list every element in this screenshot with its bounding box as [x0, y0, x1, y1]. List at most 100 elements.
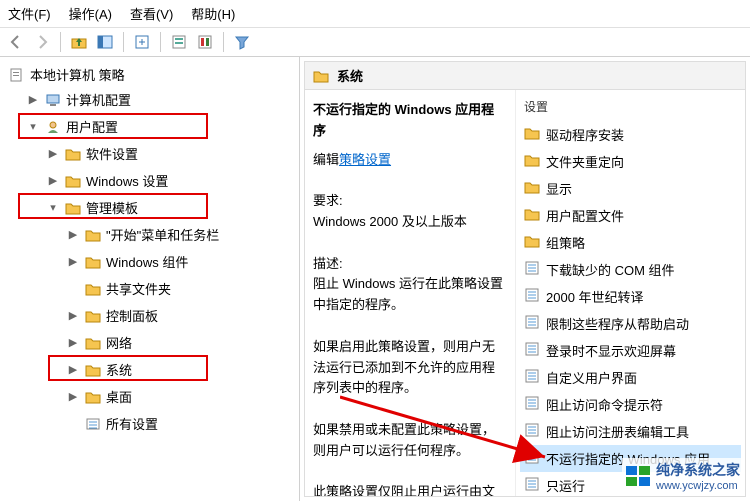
chevron-right-icon[interactable]: ▶	[66, 363, 80, 376]
policy-item-icon	[524, 369, 540, 386]
chevron-right-icon[interactable]: ▶	[46, 174, 60, 187]
main-area: 本地计算机 策略 ▶ 计算机配置 ▾ 用户配置 ▶	[0, 57, 750, 501]
tree-network[interactable]: ▶ 网络	[64, 329, 295, 356]
export-icon[interactable]	[132, 32, 152, 52]
watermark-url: www.ycwjzy.com	[656, 480, 740, 492]
menu-action[interactable]: 操作(A)	[69, 4, 112, 23]
filter-icon[interactable]	[232, 32, 252, 52]
setting-item-label: 显示	[546, 179, 572, 198]
menu-help[interactable]: 帮助(H)	[191, 4, 235, 23]
tree-windows-settings[interactable]: ▶ Windows 设置	[44, 167, 295, 194]
setting-item[interactable]: 显示	[520, 175, 741, 202]
policy-item-icon	[524, 315, 540, 332]
folder-icon	[313, 69, 329, 83]
menu-file[interactable]: 文件(F)	[8, 4, 51, 23]
policy-title: 不运行指定的 Windows 应用程序	[313, 100, 507, 142]
folder-icon	[524, 207, 540, 224]
setting-item-label: 阻止访问注册表编辑工具	[546, 422, 689, 441]
tree-root[interactable]: 本地计算机 策略	[4, 63, 295, 86]
chevron-right-icon[interactable]: ▶	[66, 255, 80, 268]
show-pane-icon[interactable]	[95, 32, 115, 52]
req-text: Windows 2000 及以上版本	[313, 212, 507, 233]
computer-icon	[45, 92, 61, 108]
tree-shared-folders[interactable]: 共享文件夹	[64, 275, 295, 302]
chevron-down-icon[interactable]: ▾	[26, 120, 40, 133]
folder-icon	[85, 336, 101, 350]
tree-label: Windows 设置	[86, 171, 168, 190]
folder-icon	[65, 201, 81, 215]
chevron-right-icon[interactable]: ▶	[66, 336, 80, 349]
folder-icon	[65, 174, 81, 188]
watermark-name: 纯净系统之家	[656, 462, 740, 478]
properties-icon[interactable]	[169, 32, 189, 52]
edit-policy-link[interactable]: 策略设置	[339, 152, 391, 167]
tree-software-settings[interactable]: ▶ 软件设置	[44, 140, 295, 167]
policy-description: 不运行指定的 Windows 应用程序 编辑策略设置 要求: Windows 2…	[305, 90, 515, 496]
tree-label: 桌面	[106, 387, 132, 406]
policy-item-icon	[524, 261, 540, 278]
tree-control-panel[interactable]: ▶ 控制面板	[64, 302, 295, 329]
setting-item-label: 阻止访问命令提示符	[546, 395, 663, 414]
watermark: 纯净系统之家 www.ycwjzy.com	[622, 458, 744, 494]
policy-item-icon	[524, 450, 540, 467]
setting-item[interactable]: 登录时不显示欢迎屏幕	[520, 337, 741, 364]
help-icon[interactable]	[195, 32, 215, 52]
setting-item[interactable]: 2000 年世纪转译	[520, 283, 741, 310]
tree-label: 用户配置	[66, 117, 118, 136]
folder-icon	[65, 147, 81, 161]
setting-item[interactable]: 限制这些程序从帮助启动	[520, 310, 741, 337]
tree-start-taskbar[interactable]: ▶ "开始"菜单和任务栏	[64, 221, 295, 248]
desc-p1: 如果启用此策略设置，则用户无法运行已添加到不允许的应用程序列表中的程序。	[313, 337, 507, 399]
setting-item[interactable]: 阻止访问命令提示符	[520, 391, 741, 418]
menubar: 文件(F) 操作(A) 查看(V) 帮助(H)	[0, 0, 750, 28]
setting-item[interactable]: 组策略	[520, 229, 741, 256]
tree-pane: 本地计算机 策略 ▶ 计算机配置 ▾ 用户配置 ▶	[0, 57, 300, 501]
tree-computer-config[interactable]: ▶ 计算机配置	[24, 86, 295, 113]
tree-label: 管理模板	[86, 198, 138, 217]
content-header-label: 系统	[337, 66, 363, 85]
up-folder-icon[interactable]	[69, 32, 89, 52]
forward-icon[interactable]	[32, 32, 52, 52]
tree-desktop[interactable]: ▶ 桌面	[64, 383, 295, 410]
chevron-right-icon[interactable]: ▶	[66, 390, 80, 403]
setting-item[interactable]: 下载缺少的 COM 组件	[520, 256, 741, 283]
chevron-right-icon[interactable]: ▶	[46, 147, 60, 160]
setting-item-label: 驱动程序安装	[546, 125, 624, 144]
tree-label: 计算机配置	[66, 90, 131, 109]
setting-item-label: 组策略	[546, 233, 585, 252]
folder-icon	[524, 234, 540, 251]
setting-item[interactable]: 阻止访问注册表编辑工具	[520, 418, 741, 445]
setting-item[interactable]: 文件夹重定向	[520, 148, 741, 175]
setting-item[interactable]: 自定义用户界面	[520, 364, 741, 391]
toolbar	[0, 28, 750, 57]
tree-admin-templates[interactable]: ▾ 管理模板	[44, 194, 295, 221]
tree-label: 网络	[106, 333, 132, 352]
tree-user-config[interactable]: ▾ 用户配置	[24, 113, 295, 140]
setting-item-label: 限制这些程序从帮助启动	[546, 314, 689, 333]
tree-system[interactable]: ▶ 系统	[64, 356, 295, 383]
chevron-right-icon[interactable]: ▶	[26, 93, 40, 106]
setting-item-label: 用户配置文件	[546, 206, 624, 225]
chevron-down-icon[interactable]: ▾	[46, 201, 60, 214]
tree-root-label: 本地计算机 策略	[30, 65, 125, 84]
back-icon[interactable]	[6, 32, 26, 52]
setting-item[interactable]: 用户配置文件	[520, 202, 741, 229]
tree-windows-components[interactable]: ▶ Windows 组件	[64, 248, 295, 275]
policy-item-icon	[524, 342, 540, 359]
folder-icon	[85, 255, 101, 269]
setting-item-label: 登录时不显示欢迎屏幕	[546, 341, 676, 360]
column-header-setting[interactable]: 设置	[520, 96, 741, 121]
tree-all-settings[interactable]: 所有设置	[64, 410, 295, 437]
menu-view[interactable]: 查看(V)	[130, 4, 173, 23]
policy-item-icon	[524, 423, 540, 440]
setting-item-label: 自定义用户界面	[546, 368, 637, 387]
desc-p3: 此策略设置仅阻止用户运行由文件	[313, 482, 507, 497]
user-icon	[45, 119, 61, 135]
chevron-right-icon[interactable]: ▶	[66, 309, 80, 322]
chevron-right-icon[interactable]: ▶	[66, 228, 80, 241]
setting-item[interactable]: 驱动程序安装	[520, 121, 741, 148]
tree-label: Windows 组件	[106, 252, 188, 271]
policy-icon	[8, 67, 24, 83]
policy-item-icon	[524, 288, 540, 305]
req-label: 要求:	[313, 191, 507, 212]
